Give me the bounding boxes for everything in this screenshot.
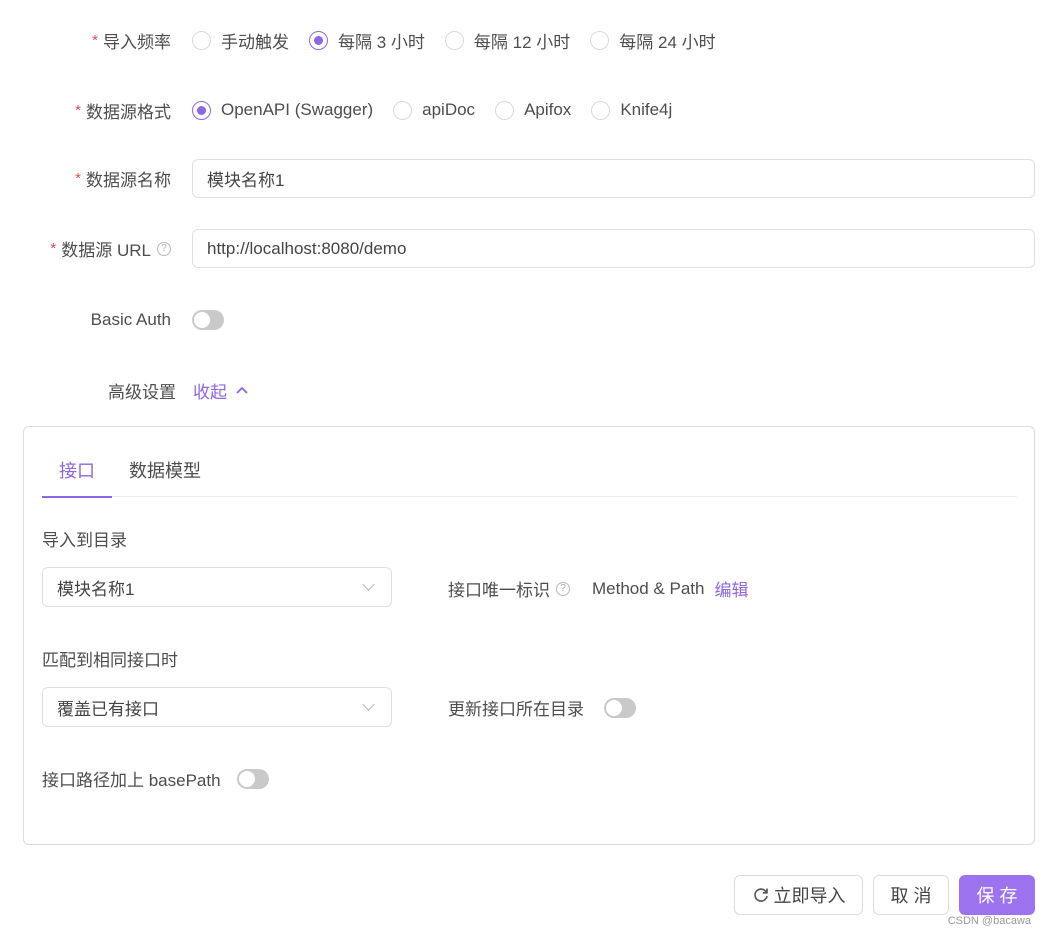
radio-circle[interactable] [192,30,211,50]
match-select[interactable]: 覆盖已有接口 [42,687,392,727]
name-row: * 数据源名称 模块名称1 [0,159,1045,198]
frequency-row: * 导入频率 手动触发 每隔 3 小时 每隔 12 小时 每隔 24 小时 [0,20,1045,60]
name-label-text: 数据源名称 [86,171,171,190]
select-value: 模块名称1 [57,579,135,599]
format-label-text: 数据源格式 [86,102,171,122]
unique-id-field: 接口唯一标识 ? Method & Path 编辑 [448,576,748,601]
advanced-collapse-toggle[interactable]: 收起 [193,378,249,403]
frequency-option-3h[interactable]: 每隔 3 小时 [309,28,425,53]
frequency-option-12h[interactable]: 每隔 12 小时 [444,28,571,53]
url-label: * 数据源 URL ? [50,236,171,261]
advanced-panel: 接口 数据模型 导入到目录 模块名称1 接口唯一标识 ? Method & Pa… [23,426,1035,845]
radio-label: Apifox [524,100,572,119]
format-row: * 数据源格式 OpenAPI (Swagger) apiDoc Apifox … [0,90,1045,130]
base-path-field: 接口路径加上 basePath [42,766,269,791]
import-dir-select[interactable]: 模块名称1 [42,567,392,607]
chevron-up-icon [236,386,248,394]
format-radio-group: OpenAPI (Swagger) apiDoc Apifox Knife4j [192,100,692,120]
frequency-radio-group: 手动触发 每隔 3 小时 每隔 12 小时 每隔 24 小时 [192,28,736,53]
radio-label: 每隔 3 小时 [338,32,425,52]
radio-circle[interactable] [444,30,464,50]
import-dir-label: 导入到目录 [42,531,127,550]
radio-label: 手动触发 [221,32,289,52]
frequency-option-manual[interactable]: 手动触发 [192,28,289,53]
base-path-label: 接口路径加上 basePath [42,771,221,790]
frequency-label: * 导入频率 [92,28,171,53]
update-dir-switch[interactable] [604,697,636,718]
refresh-icon [753,888,768,902]
basic-auth-row: Basic Auth [0,308,1045,332]
radio-label: 每隔 24 小时 [619,32,716,52]
format-option-knife4j[interactable]: Knife4j [591,100,672,120]
radio-circle[interactable] [393,100,413,120]
select-value: 覆盖已有接口 [57,699,159,719]
frequency-option-24h[interactable]: 每隔 24 小时 [590,28,716,53]
edit-unique-id-link[interactable]: 编辑 [714,576,748,601]
source-url-input[interactable]: http://localhost:8080/demo [192,229,1035,268]
basic-auth-switch[interactable] [192,310,224,330]
required-mark: * [75,101,81,119]
import-now-label: 立即导入 [773,886,846,906]
frequency-label-text: 导入频率 [103,32,171,52]
url-label-text: 数据源 URL [61,241,151,260]
update-dir-field: 更新接口所在目录 [448,695,636,720]
radio-label: 每隔 12 小时 [473,32,571,52]
format-option-openapi[interactable]: OpenAPI (Swagger) [192,100,373,120]
watermark: CSDN @bacawa [947,915,1031,927]
format-option-apifox[interactable]: Apifox [495,100,571,120]
advanced-row: 高级设置 收起 [0,378,1045,402]
help-icon[interactable]: ? [157,241,171,256]
help-icon[interactable]: ? [556,581,570,596]
radio-label: Knife4j [620,100,673,119]
format-label: * 数据源格式 [75,98,171,123]
url-row: * 数据源 URL ? http://localhost:8080/demo [0,229,1045,268]
tab-interface[interactable]: 接口 [42,447,112,498]
required-mark: * [92,31,98,49]
radio-circle[interactable] [495,100,515,120]
unique-id-value: Method & Path [592,578,705,598]
radio-circle[interactable] [590,30,610,50]
radio-label: OpenAPI (Swagger) [221,100,374,119]
collapse-text: 收起 [193,382,227,402]
radio-circle[interactable] [309,30,328,50]
basic-auth-label: Basic Auth [90,310,171,329]
source-name-input[interactable]: 模块名称1 [192,159,1035,198]
required-mark: * [50,240,57,257]
radio-label: apiDoc [422,100,476,119]
tab-data-model[interactable]: 数据模型 [112,447,218,497]
chevron-down-icon [362,698,375,711]
cancel-button[interactable]: 取 消 [873,875,949,915]
match-label: 匹配到相同接口时 [42,651,178,670]
update-dir-label: 更新接口所在目录 [448,700,584,719]
format-option-apidoc[interactable]: apiDoc [393,100,475,120]
radio-circle[interactable] [591,100,611,120]
unique-id-label: 接口唯一标识 [448,581,550,600]
base-path-switch[interactable] [236,768,269,789]
advanced-label: 高级设置 [108,382,176,402]
required-mark: * [75,170,81,187]
panel-tabs: 接口 数据模型 [42,447,1017,498]
name-label: * 数据源名称 [75,166,171,191]
import-now-button[interactable]: 立即导入 [734,875,863,915]
radio-circle[interactable] [192,100,211,120]
save-button[interactable]: 保 存 [959,875,1035,915]
chevron-down-icon [362,578,375,591]
